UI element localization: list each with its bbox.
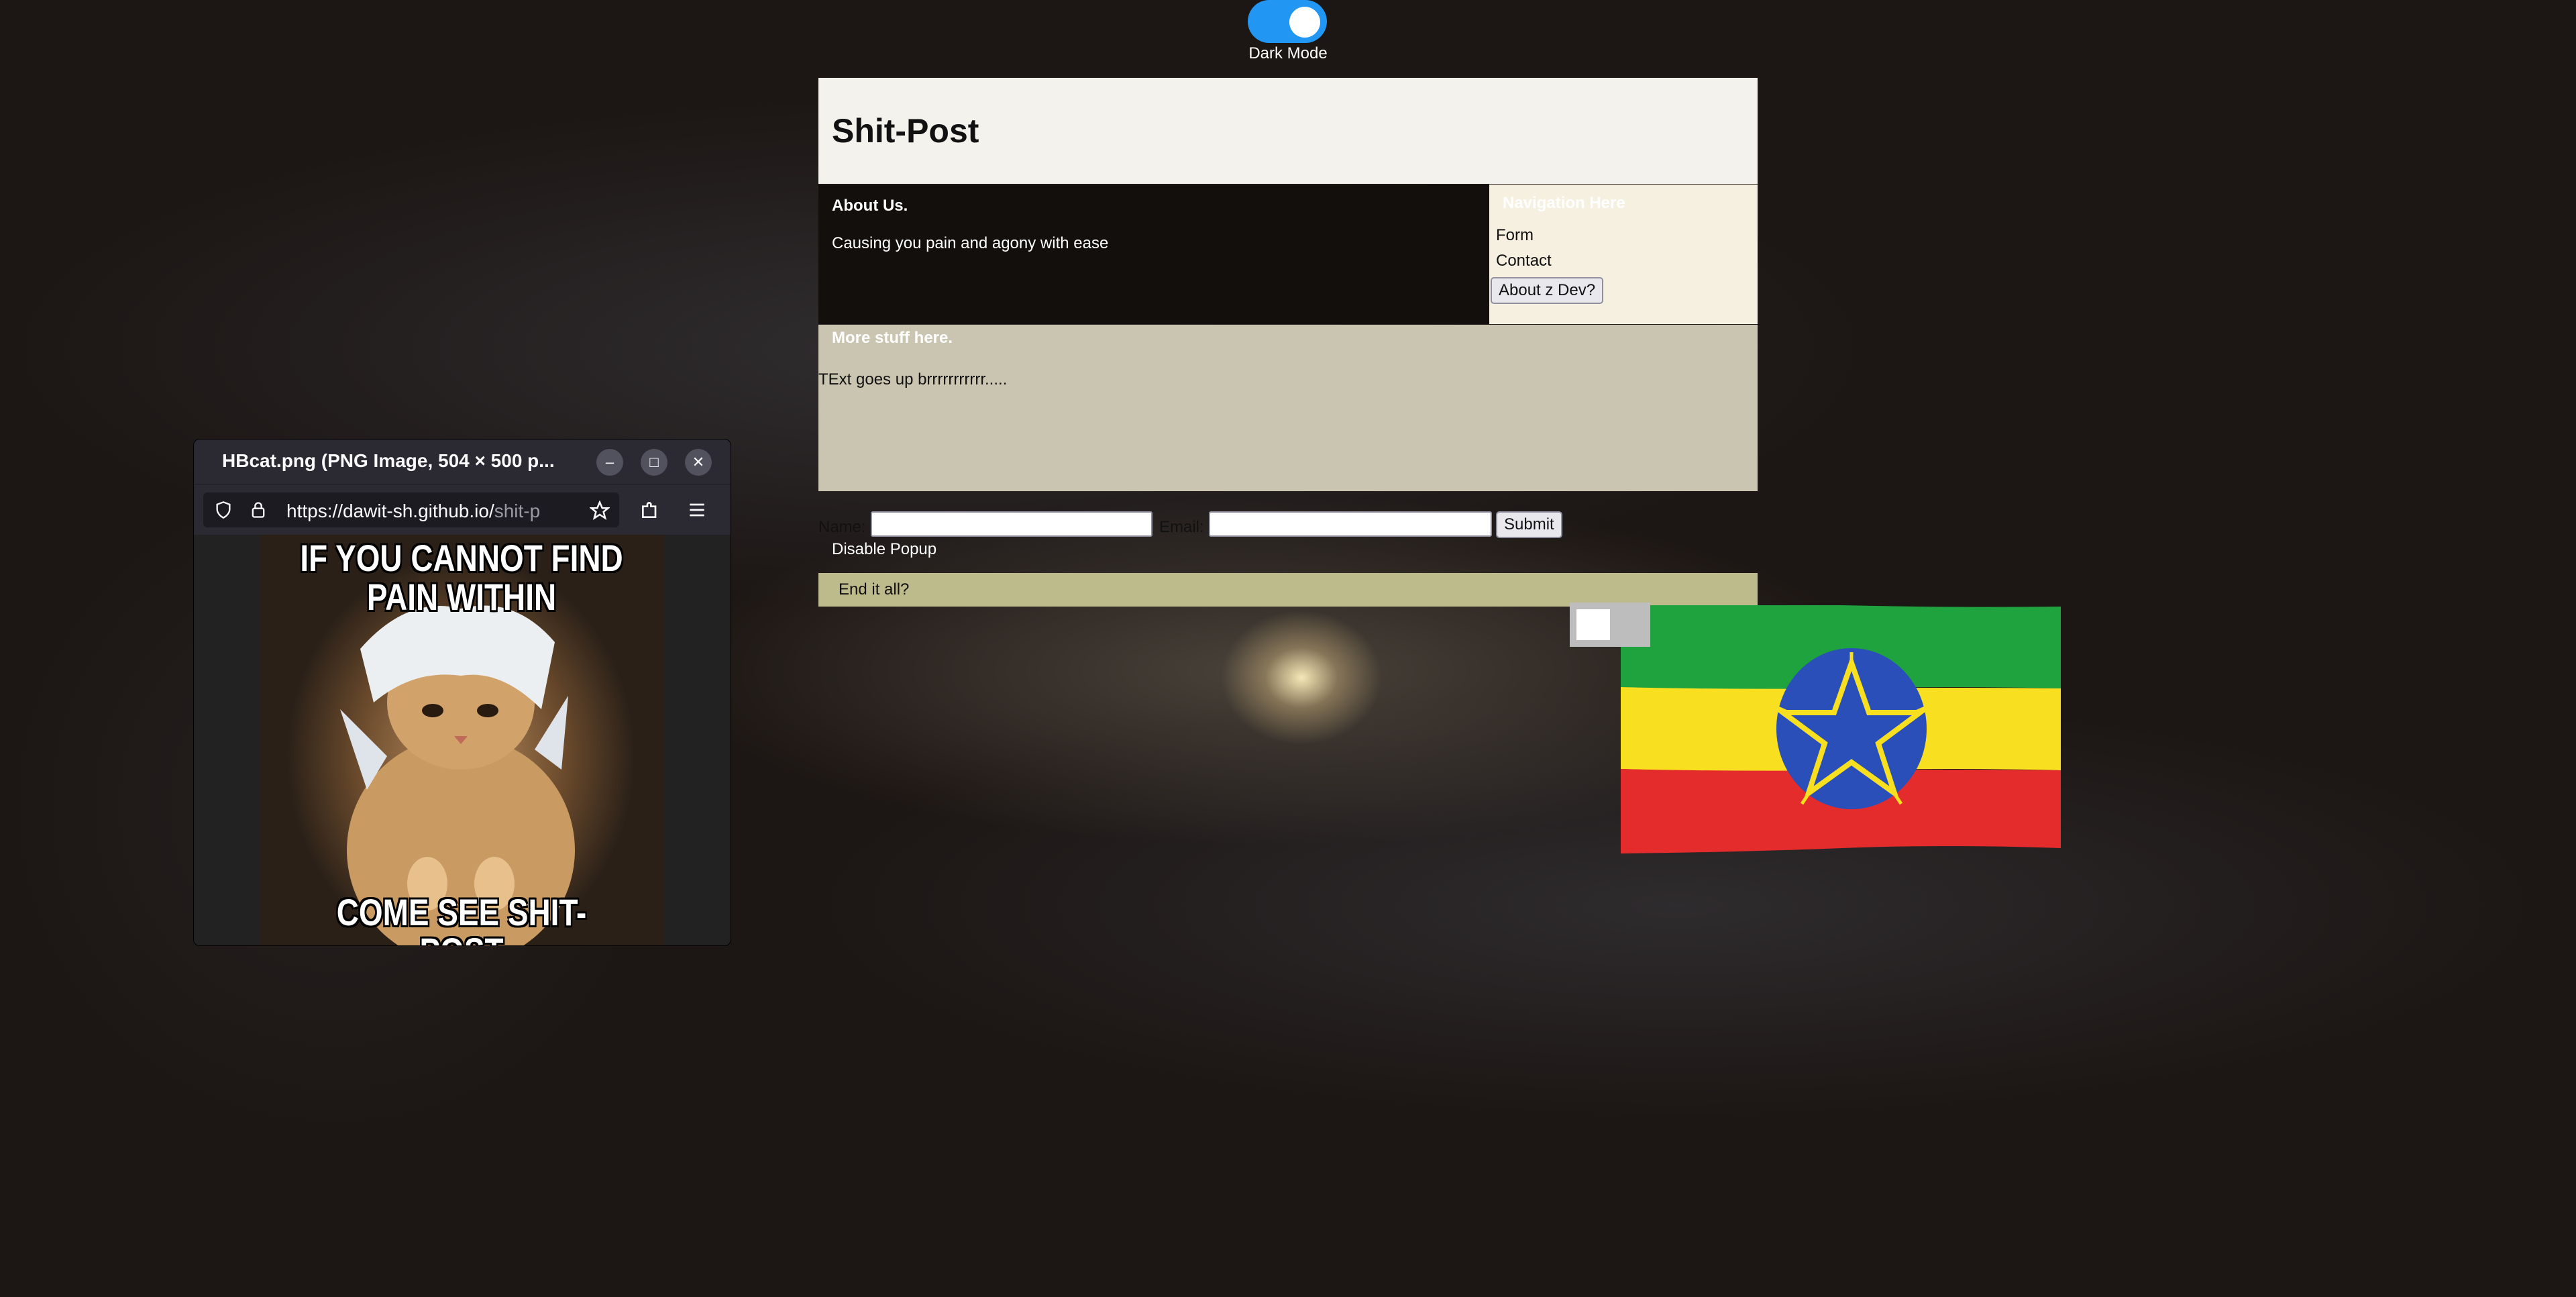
name-input[interactable] (871, 511, 1152, 537)
page-title: Shit-Post (832, 112, 979, 150)
more-text: TExt goes up brrrrrrrrrrr..... (818, 370, 1008, 388)
nav-link-form[interactable]: Form (1496, 226, 1534, 245)
meme-top-text: IF YOU CANNOT FIND PAIN WITHIN (300, 537, 623, 618)
cat-meme-image: IF YOU CANNOT FIND PAIN WITHIN COME SEE … (260, 535, 663, 945)
dark-mode-toggle[interactable] (1248, 0, 1327, 43)
star-icon[interactable] (590, 501, 610, 521)
about-title: About Us. (832, 197, 908, 215)
page-header: Shit-Post (818, 78, 1758, 184)
url-host: https://dawit-sh.github.io/ (286, 501, 494, 521)
shield-icon[interactable] (214, 501, 233, 519)
more-section: More stuff here. TExt goes up brrrrrrrrr… (818, 325, 1758, 491)
image-viewer-area: IF YOU CANNOT FIND PAIN WITHIN COME SEE … (194, 535, 731, 945)
meme-bottom-text: COME SEE SHIT-POST (336, 891, 587, 946)
toggle-knob-square (1576, 609, 1610, 640)
more-title: More stuff here. (832, 329, 953, 347)
disable-popup-link[interactable]: Disable Popup (832, 540, 936, 559)
contact-form: Name: Email: Submit (818, 510, 1758, 542)
navigation-title: Navigation Here (1503, 194, 1625, 212)
flag-svg (1621, 605, 2061, 853)
email-input[interactable] (1209, 511, 1492, 537)
end-it-all-label: End it all? (839, 580, 910, 599)
menu-icon[interactable] (686, 499, 708, 521)
url-path: shit-p (494, 501, 541, 521)
close-icon[interactable]: ✕ (685, 449, 712, 476)
lock-icon[interactable] (249, 501, 268, 519)
window-titlebar[interactable]: HBcat.png (PNG Image, 504 × 500 p... – □… (194, 439, 731, 484)
name-label: Name: (818, 518, 866, 536)
about-section: About Us. Causing you pain and agony wit… (818, 185, 1489, 324)
end-it-all-bar[interactable]: End it all? (818, 573, 1758, 607)
image-popup-window: HBcat.png (PNG Image, 504 × 500 p... – □… (193, 439, 731, 946)
toggle-knob (1289, 7, 1320, 38)
url-text[interactable]: https://dawit-sh.github.io/shit-p (286, 501, 586, 522)
dark-mode-label: Dark Mode (1248, 44, 1328, 62)
extensions-icon[interactable] (639, 499, 661, 521)
browser-toolbar: https://dawit-sh.github.io/shit-p (194, 484, 731, 535)
minimize-icon[interactable]: – (596, 449, 623, 476)
window-title: HBcat.png (PNG Image, 504 × 500 p... (222, 450, 555, 471)
navigation-panel: Navigation Here Form Contact About z Dev… (1489, 185, 1758, 324)
maximize-icon[interactable]: □ (641, 449, 667, 476)
ethiopia-flag-image (1621, 605, 2061, 853)
email-label: Email: (1159, 518, 1204, 536)
submit-button[interactable]: Submit (1496, 511, 1562, 538)
about-text: Causing you pain and agony with ease (832, 234, 1109, 252)
popup-toggle-switch[interactable] (1570, 603, 1650, 647)
url-bar[interactable]: https://dawit-sh.github.io/shit-p (203, 492, 619, 527)
flag-emblem-circle (1776, 648, 1927, 809)
about-dev-button[interactable]: About z Dev? (1491, 277, 1604, 304)
nav-link-contact[interactable]: Contact (1496, 252, 1552, 270)
